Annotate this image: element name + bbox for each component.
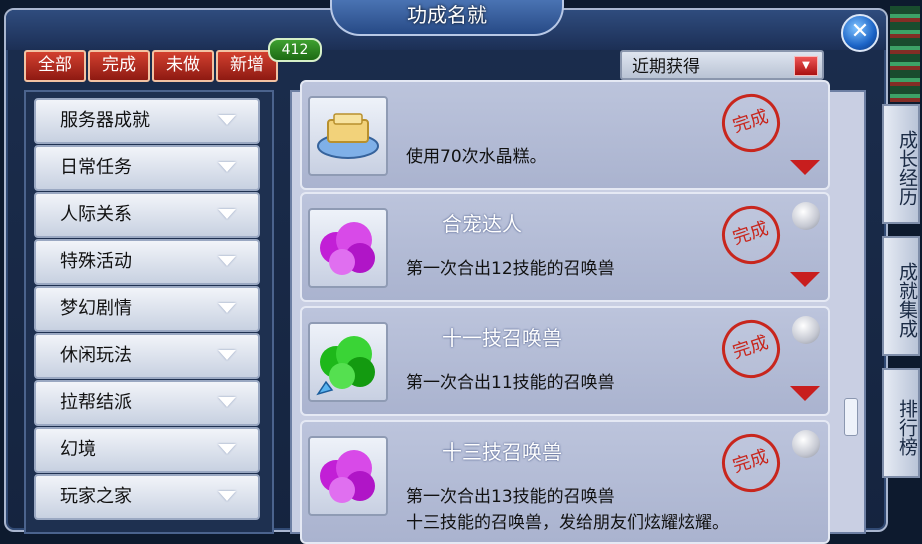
reward-peach-icon[interactable] — [792, 202, 820, 230]
achievement-description: 第一次合出12技能的召唤兽 — [406, 259, 615, 279]
category-label: 休闲玩法 — [60, 345, 132, 366]
background-decoration — [890, 6, 920, 102]
new-count-badge: 412 — [268, 38, 322, 62]
category-guild[interactable]: 拉帮结派 — [34, 380, 260, 426]
achievement-description: 第一次合出11技能的召唤兽 — [406, 373, 615, 393]
expand-triangle-icon[interactable] — [790, 272, 820, 287]
category-server-achievements[interactable]: 服务器成就 — [34, 98, 260, 144]
category-label: 人际关系 — [60, 204, 132, 225]
close-button[interactable]: ✕ — [841, 14, 879, 52]
completed-stamp: 完成 — [714, 198, 788, 272]
chevron-down-icon — [218, 162, 236, 172]
green-summon-beast-icon — [308, 322, 388, 402]
category-label: 服务器成就 — [60, 110, 150, 131]
chevron-down-icon — [218, 256, 236, 266]
tab-leaderboard[interactable]: 排行榜 — [882, 368, 920, 478]
chevron-down-icon — [218, 397, 236, 407]
category-player-home[interactable]: 玩家之家 — [34, 474, 260, 520]
category-special-events[interactable]: 特殊活动 — [34, 239, 260, 285]
category-label: 拉帮结派 — [60, 392, 132, 413]
chevron-down-icon — [218, 350, 236, 360]
category-leisure[interactable]: 休闲玩法 — [34, 333, 260, 379]
category-label: 日常任务 — [60, 157, 132, 178]
completed-stamp: 完成 — [714, 312, 788, 386]
achievement-card[interactable]: 十三技召唤兽 第一次合出13技能的召唤兽 十三技能的召唤兽，发给朋友们炫耀炫耀。… — [300, 420, 830, 544]
category-illusion[interactable]: 幻境 — [34, 427, 260, 473]
tab-achievement-collection[interactable]: 成就集成 — [882, 236, 920, 356]
window-title: 功成名就 — [330, 0, 564, 36]
filter-completed-button[interactable]: 完成 — [88, 50, 150, 82]
achievement-description: 第一次合出13技能的召唤兽 — [406, 487, 615, 507]
chevron-down-icon — [218, 115, 236, 125]
reward-peach-icon[interactable] — [792, 316, 820, 344]
reward-peach-icon[interactable] — [792, 430, 820, 458]
achievement-detail: 十三技能的召唤兽，发给朋友们炫耀炫耀。 — [406, 513, 729, 533]
completed-stamp: 完成 — [714, 86, 788, 160]
chevron-down-icon — [218, 209, 236, 219]
achievement-title: 十三技召唤兽 — [442, 440, 562, 464]
sort-dropdown-value: 近期获得 — [632, 57, 700, 77]
category-label: 特殊活动 — [60, 251, 132, 272]
list-scrollbar[interactable] — [844, 398, 858, 436]
achievement-description: 使用70次水晶糕。 — [406, 147, 547, 167]
expand-triangle-icon[interactable] — [790, 386, 820, 401]
purple-summon-beast-icon — [308, 436, 388, 516]
chevron-down-icon — [218, 444, 236, 454]
filter-all-button[interactable]: 全部 — [24, 50, 86, 82]
category-label: 梦幻剧情 — [60, 298, 132, 319]
achievement-card[interactable]: 使用70次水晶糕。 完成 — [300, 80, 830, 190]
crystal-cake-icon — [308, 96, 388, 176]
category-label: 幻境 — [60, 439, 96, 460]
achievement-title: 合宠达人 — [442, 212, 522, 236]
category-story[interactable]: 梦幻剧情 — [34, 286, 260, 332]
dropdown-arrow-icon: ▼ — [794, 56, 818, 76]
category-daily-tasks[interactable]: 日常任务 — [34, 145, 260, 191]
achievement-card[interactable]: 合宠达人 第一次合出12技能的召唤兽 完成 — [300, 192, 830, 302]
chevron-down-icon — [218, 491, 236, 501]
completed-stamp: 完成 — [714, 426, 788, 500]
achievement-card[interactable]: 十一技召唤兽 第一次合出11技能的召唤兽 完成 — [300, 306, 830, 416]
purple-summon-beast-icon — [308, 208, 388, 288]
filter-undone-button[interactable]: 未做 — [152, 50, 214, 82]
category-relationships[interactable]: 人际关系 — [34, 192, 260, 238]
chevron-down-icon — [218, 303, 236, 313]
achievement-title: 十一技召唤兽 — [442, 326, 562, 350]
category-panel: 服务器成就 日常任务 人际关系 特殊活动 梦幻剧情 休闲玩法 拉帮结派 幻境 玩… — [24, 90, 274, 534]
tab-growth-history[interactable]: 成长经历 — [882, 104, 920, 224]
sort-dropdown[interactable]: 近期获得 ▼ — [620, 50, 824, 80]
category-label: 玩家之家 — [60, 486, 132, 507]
expand-triangle-icon[interactable] — [790, 160, 820, 175]
